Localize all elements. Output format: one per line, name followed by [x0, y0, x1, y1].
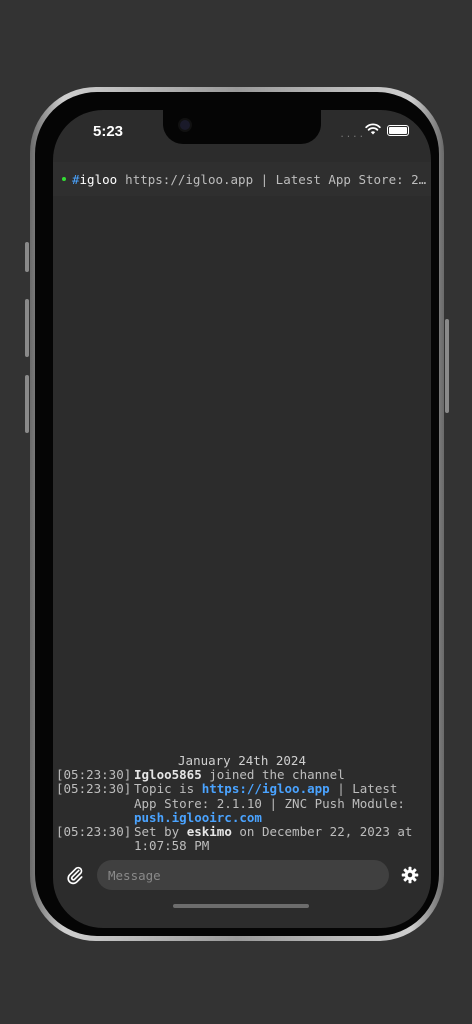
- channel-name: igloo: [79, 171, 118, 187]
- message-input[interactable]: [97, 860, 389, 890]
- topic-link[interactable]: https://igloo.app: [202, 781, 330, 796]
- status-time: 5:23: [93, 123, 124, 140]
- message-row: [05:23:30] Topic is https://igloo.app | …: [53, 782, 431, 825]
- message-row: [05:23:30] Igloo5865 joined the channel: [53, 768, 431, 782]
- gear-icon[interactable]: [401, 866, 419, 884]
- camera-icon: [178, 118, 192, 132]
- message-body: Topic is: [134, 781, 202, 797]
- message-body: joined the channel: [201, 767, 345, 783]
- paperclip-icon[interactable]: [65, 865, 85, 885]
- message-body: Set by: [134, 824, 187, 840]
- date-separator: January 24th 2024: [178, 753, 306, 768]
- volume-up-button: [25, 299, 29, 357]
- nick[interactable]: Igloo5865: [134, 767, 202, 782]
- volume-down-button: [25, 375, 29, 433]
- message-timestamp: [05:23:30]: [56, 781, 132, 797]
- online-status-dot: [62, 177, 66, 181]
- push-module-link[interactable]: push.iglooirc.com: [134, 810, 262, 825]
- message-text: Set by eskimo on December 22, 2023 at 1:…: [134, 824, 431, 853]
- status-bar: 5:23 ....: [53, 110, 431, 160]
- battery-icon: [387, 125, 409, 136]
- phone-frame: 5:23 .... # igloo https://igloo.app | La…: [25, 87, 449, 941]
- message-list[interactable]: January 24th 2024 [05:23:30] Igloo5865 j…: [53, 753, 431, 853]
- cellular-signal-icon: ....: [339, 130, 365, 140]
- home-indicator[interactable]: [173, 904, 309, 908]
- message-text: Igloo5865 joined the channel: [134, 768, 431, 782]
- composer-bar: [53, 853, 431, 897]
- wifi-icon: [365, 123, 381, 135]
- silent-switch: [25, 242, 29, 272]
- channel-topic[interactable]: https://igloo.app | Latest App Store: 2.…: [125, 172, 431, 187]
- nick[interactable]: eskimo: [187, 824, 232, 839]
- screen: 5:23 .... # igloo https://igloo.app | La…: [53, 110, 431, 928]
- notch: [163, 110, 321, 144]
- power-button: [445, 319, 449, 413]
- bezel: 5:23 .... # igloo https://igloo.app | La…: [35, 92, 439, 936]
- channel-header[interactable]: # igloo https://igloo.app | Latest App S…: [53, 162, 431, 196]
- message-timestamp: [05:23:30]: [56, 824, 132, 840]
- message-row: [05:23:30] Set by eskimo on December 22,…: [53, 824, 431, 853]
- message-text: Topic is https://igloo.app | Latest App …: [134, 782, 431, 825]
- channel-hash: #: [72, 171, 80, 187]
- message-timestamp: [05:23:30]: [56, 767, 132, 783]
